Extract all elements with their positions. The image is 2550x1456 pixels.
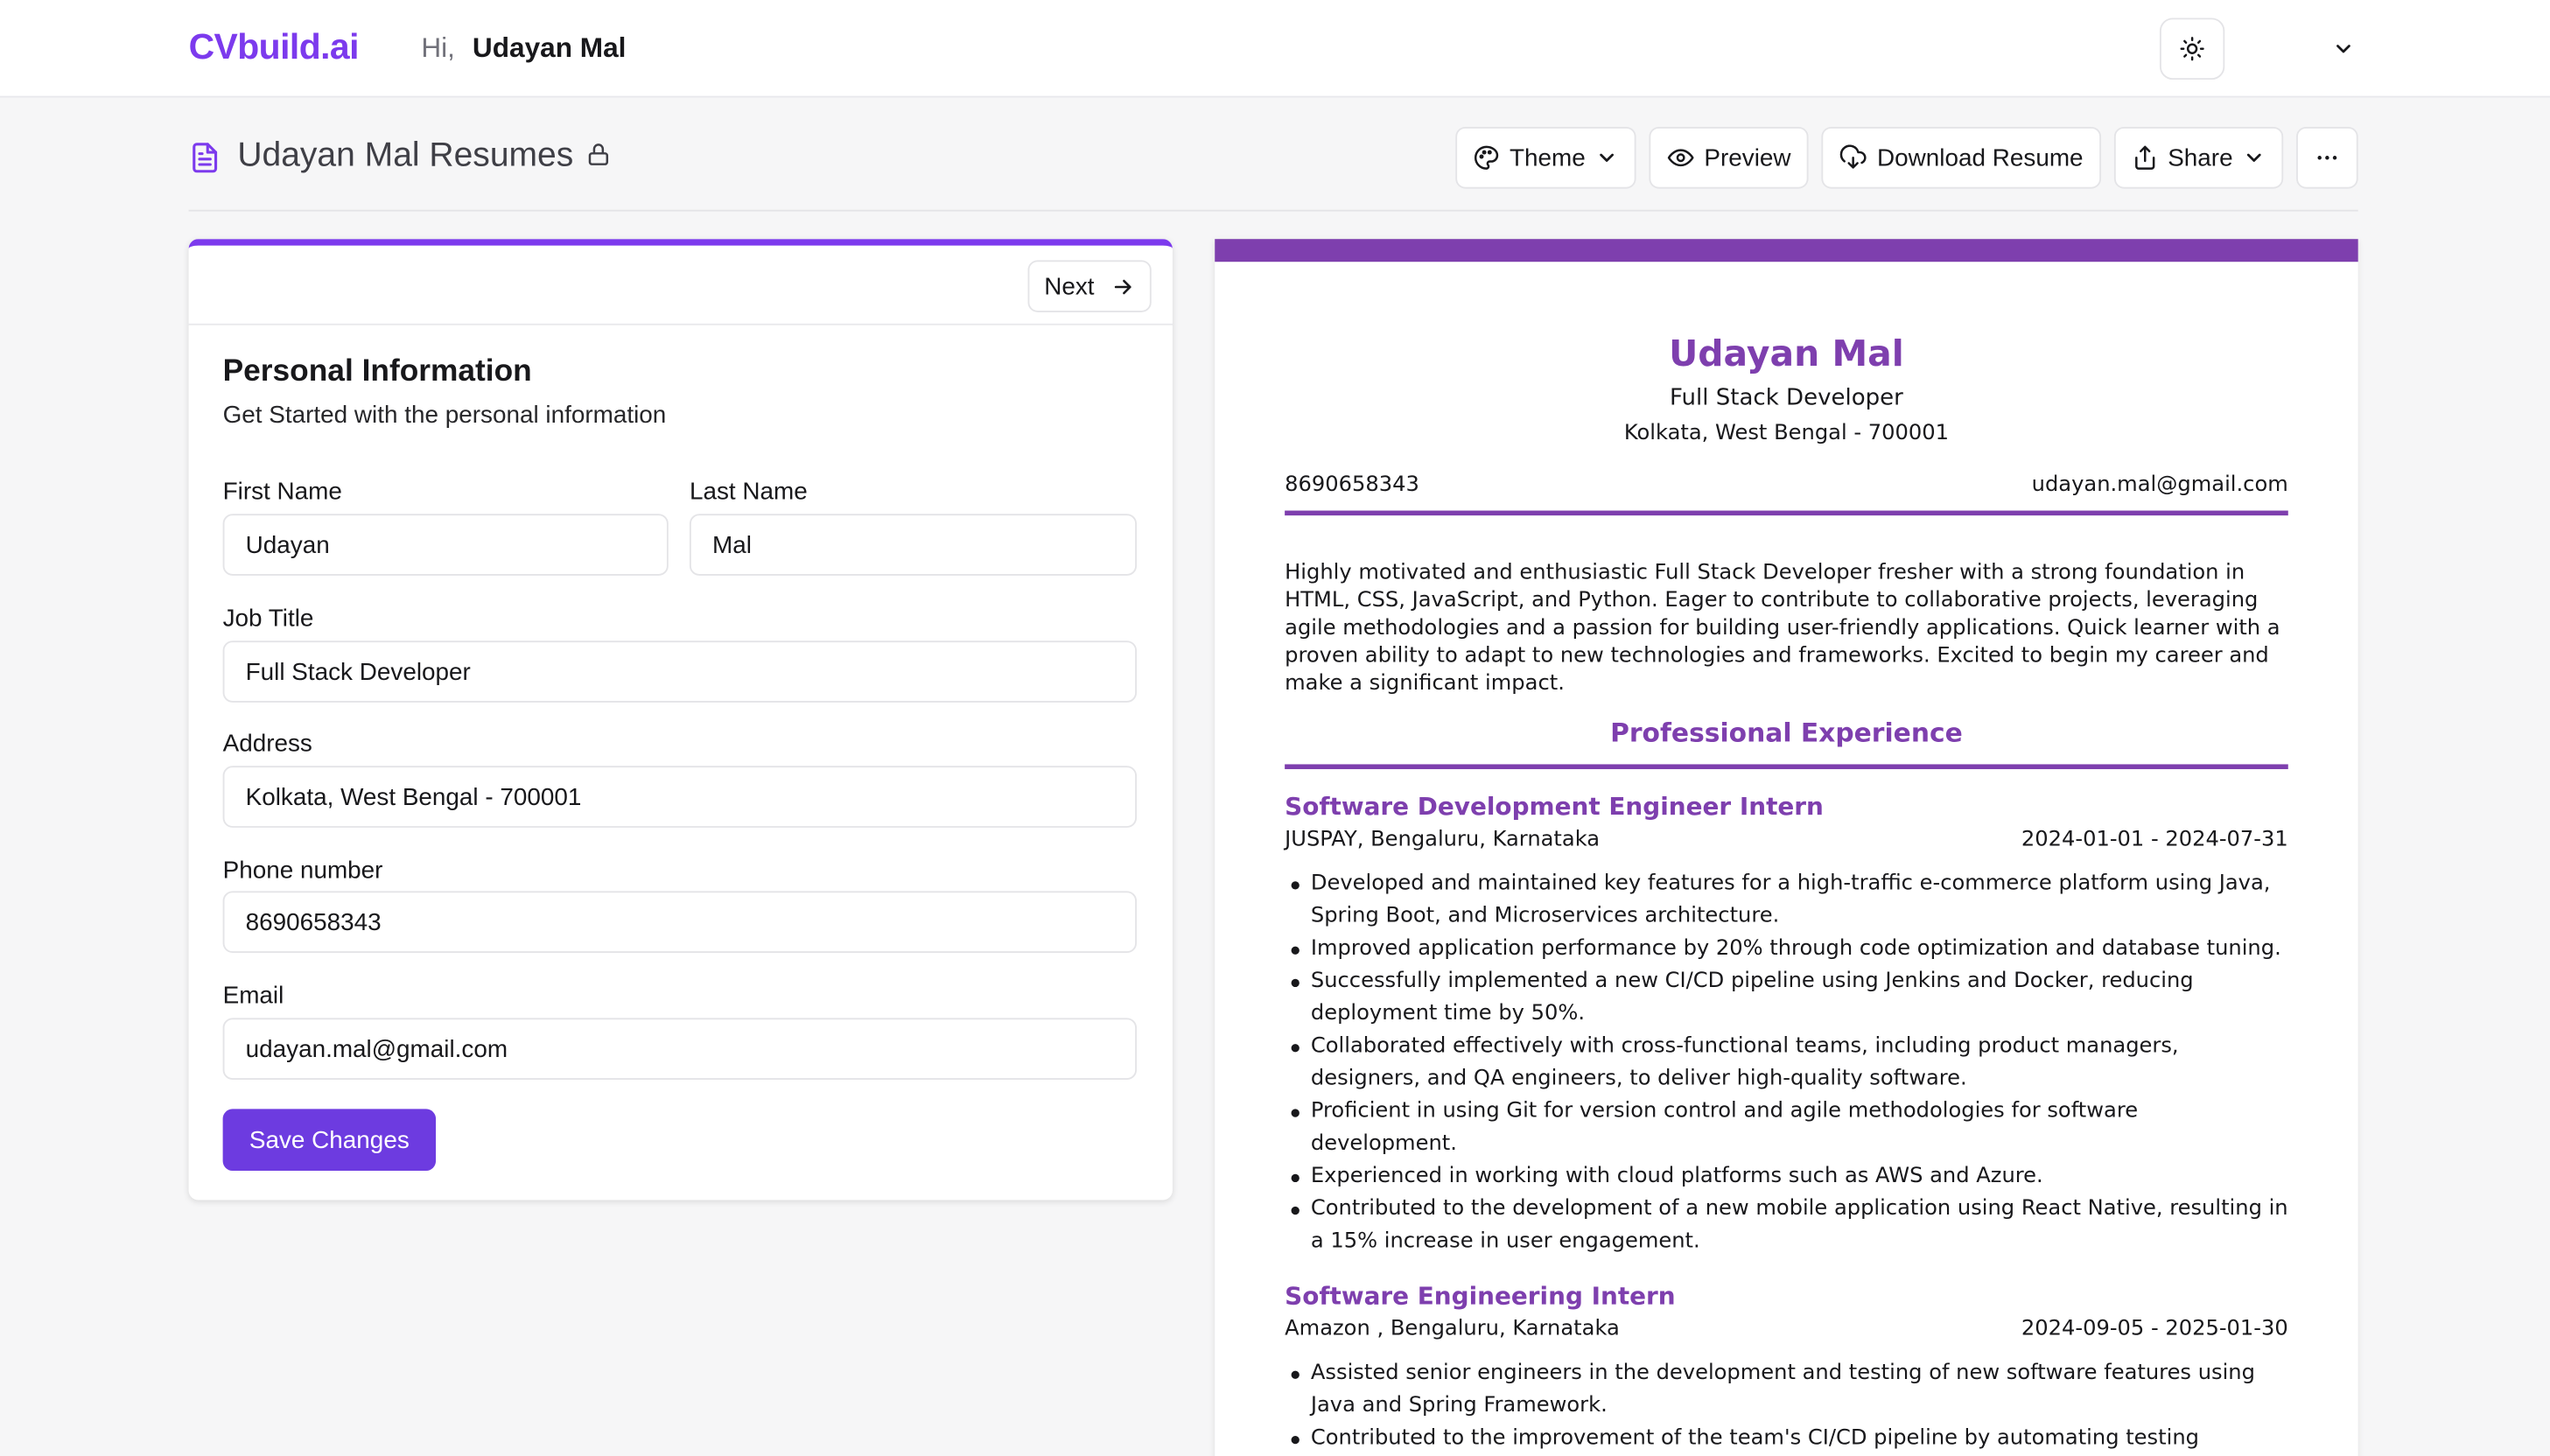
experience-meta: Amazon , Bengaluru, Karnataka 2024-09-05… — [1285, 1317, 2288, 1341]
experience-bullet: Contributed to the development of a new … — [1285, 1194, 2288, 1258]
preview-summary: Highly motivated and enthusiastic Full S… — [1285, 561, 2280, 696]
next-button[interactable]: Next — [1027, 260, 1152, 312]
experience-bullets: Developed and maintained key features fo… — [1285, 868, 2288, 1258]
download-resume-button[interactable]: Download Resume — [1821, 126, 2101, 189]
save-changes-button[interactable]: Save Changes — [222, 1109, 437, 1172]
phone-label: Phone number — [222, 857, 383, 885]
last-name-label: Last Name — [689, 478, 808, 506]
address-label: Address — [222, 730, 312, 759]
resume-preview: Udayan Mal Full Stack Developer Kolkata,… — [1215, 239, 2358, 1456]
experience-bullet: Improved application performance by 20% … — [1285, 934, 2288, 966]
address-input[interactable]: Kolkata, West Bengal - 700001 — [222, 766, 1138, 828]
preview-email: udayan.mal@gmail.com — [2031, 472, 2288, 498]
experience-meta: JUSPAY, Bengaluru, Karnataka 2024-01-01 … — [1285, 828, 2288, 852]
experience-bullets: Assisted senior engineers in the develop… — [1285, 1358, 2288, 1456]
experience-title: Software Engineering Intern — [1285, 1281, 1676, 1311]
first-name-label: First Name — [222, 478, 342, 506]
job-title-input[interactable]: Full Stack Developer — [222, 640, 1138, 703]
experience-bullet: Assisted senior engineers in the develop… — [1285, 1358, 2288, 1423]
app-logo[interactable]: CVbuild.ai — [189, 26, 360, 68]
personal-info-form: Next Personal Information Get Started wi… — [188, 239, 1173, 1200]
experience-bullet: Successfully implemented a new CI/CD pip… — [1285, 966, 2288, 1031]
experience-bullet: Experienced in working with cloud platfo… — [1285, 1161, 2288, 1194]
palette-icon — [1475, 145, 1499, 170]
last-name-input[interactable]: Mal — [689, 514, 1138, 576]
more-horizontal-icon — [2317, 156, 2337, 160]
lock-icon — [588, 144, 609, 165]
form-section-subtitle: Get Started with the personal informatio… — [222, 402, 667, 430]
greeting-user-name: Udayan Mal — [472, 32, 627, 64]
email-input[interactable]: udayan.mal@gmail.com — [222, 1018, 1138, 1080]
greeting-prefix: Hi, — [421, 32, 455, 64]
phone-input[interactable]: 8690658343 — [222, 891, 1138, 954]
preview-contact-row: 8690658343 udayan.mal@gmail.com — [1285, 472, 2288, 516]
preview-address: Kolkata, West Bengal - 700001 — [1623, 421, 1950, 446]
experience-bullet: Proficient in using Git for version cont… — [1285, 1096, 2288, 1161]
more-options-button[interactable] — [2296, 126, 2358, 189]
first-name-input[interactable]: Udayan — [222, 514, 669, 576]
chevron-down-icon — [2246, 153, 2261, 162]
chevron-down-icon — [1600, 153, 1614, 162]
job-title-label: Job Title — [222, 605, 314, 633]
experience-item: Software Engineering Intern Amazon , Ben… — [1285, 1281, 2288, 1455]
next-button-label: Next — [1044, 272, 1095, 300]
resume-actions: Theme Preview Download Resume Share — [1455, 126, 2358, 189]
theme-toggle-button[interactable] — [2159, 18, 2225, 80]
form-toolbar: Next — [188, 246, 1173, 326]
user-menu-dropdown[interactable] — [2322, 29, 2364, 68]
resume-title: Udayan Mal Resumes — [237, 136, 574, 174]
share-icon — [2135, 145, 2155, 170]
experience-bullet: Collaborated effectively with cross-func… — [1285, 1031, 2288, 1096]
experience-bullet: Developed and maintained key features fo… — [1285, 868, 2288, 933]
resume-header: Udayan Mal Resumes Theme Preview Downloa… — [188, 126, 2358, 212]
theme-button-label: Theme — [1509, 144, 1586, 172]
top-navbar: CVbuild.ai Hi, Udayan Mal — [0, 0, 2550, 98]
sun-icon — [2180, 37, 2204, 61]
email-label: Email — [222, 982, 284, 1011]
chevron-down-icon — [2336, 45, 2350, 53]
preview-name: Udayan Mal — [1669, 334, 1904, 376]
preview-phone: 8690658343 — [1285, 472, 1419, 498]
user-greeting: Hi, Udayan Mal — [421, 32, 626, 65]
experience-company: Amazon , Bengaluru, Karnataka — [1285, 1317, 1620, 1342]
preview-button[interactable]: Preview — [1649, 126, 1809, 189]
share-button[interactable]: Share — [2113, 126, 2284, 189]
experience-title: Software Development Engineer Intern — [1285, 792, 1824, 822]
share-button-label: Share — [2168, 144, 2233, 172]
preview-job-title: Full Stack Developer — [1669, 385, 1903, 412]
experience-company: JUSPAY, Bengaluru, Karnataka — [1285, 827, 1601, 852]
eye-icon — [1667, 149, 1694, 167]
experience-item: Software Development Engineer Intern JUS… — [1285, 792, 2288, 1258]
cloud-download-icon — [1840, 144, 1867, 169]
preview-button-label: Preview — [1704, 144, 1791, 172]
document-icon — [193, 143, 218, 173]
theme-button[interactable]: Theme — [1455, 126, 1636, 189]
experience-dates: 2024-01-01 - 2024-07-31 — [2021, 827, 2288, 852]
download-button-label: Download Resume — [1877, 144, 2084, 172]
arrow-right-icon — [1114, 278, 1131, 294]
preview-experience-heading: Professional Experience — [1285, 718, 2288, 770]
form-section-title: Personal Information — [222, 354, 532, 389]
experience-bullet: Contributed to the improvement of the te… — [1285, 1423, 2288, 1455]
experience-dates: 2024-09-05 - 2025-01-30 — [2021, 1317, 2288, 1342]
